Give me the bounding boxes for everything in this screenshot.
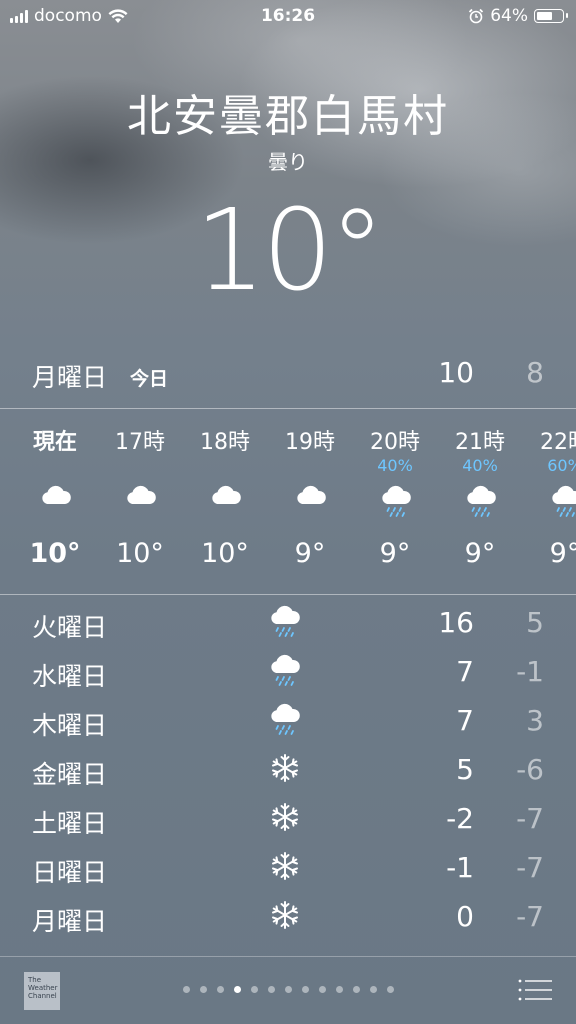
- bottom-bar: The Weather Channel: [0, 958, 576, 1024]
- hourly-temp: 9°: [464, 538, 496, 569]
- daily-high: -2: [446, 802, 474, 835]
- page-dot[interactable]: [250, 986, 258, 993]
- page-indicator[interactable]: [0, 986, 576, 993]
- rain-cloud-icon: [268, 702, 308, 740]
- page-dot[interactable]: [182, 986, 190, 993]
- hourly-time: 21時: [455, 430, 505, 455]
- rain-cloud-icon: [464, 484, 498, 517]
- rain-cloud-icon: [379, 484, 413, 517]
- hourly-forecast[interactable]: 現在 10° 17時 10° 18時 10° 19時 9° 20時 40% 9° 21時 40% 9° 22…: [0, 410, 576, 594]
- battery-icon: [534, 9, 568, 23]
- page-dot[interactable]: [318, 986, 326, 993]
- rain-cloud-icon: [549, 484, 576, 517]
- daily-day: 日曜日: [32, 858, 108, 887]
- city-name: 北安曇郡白馬村: [127, 91, 449, 142]
- snowflake-icon: [268, 849, 308, 887]
- daily-row: 火曜日 16 5: [0, 600, 576, 648]
- today-low: 8: [526, 356, 544, 389]
- page-dot[interactable]: [216, 986, 224, 993]
- daily-high: 7: [456, 704, 474, 737]
- daily-low: 3: [526, 704, 544, 737]
- snowflake-icon: [268, 751, 308, 789]
- page-dot[interactable]: [233, 986, 241, 993]
- hourly-temp: 9°: [294, 538, 326, 569]
- daily-high: 7: [456, 655, 474, 688]
- daily-high: 16: [438, 606, 474, 639]
- daily-low: -6: [516, 753, 544, 786]
- daily-low: -7: [516, 851, 544, 884]
- rain-cloud-icon: [268, 653, 308, 691]
- daily-row: 金曜日 5 -6: [0, 747, 576, 795]
- today-tag: 今日: [130, 368, 169, 390]
- divider: [0, 956, 576, 957]
- battery-percent: 64%: [490, 6, 528, 26]
- page-dot[interactable]: [369, 986, 377, 993]
- hourly-temp: 10°: [201, 538, 249, 569]
- status-right: 64%: [468, 6, 568, 26]
- daily-row: 日曜日 -1 -7: [0, 845, 576, 893]
- daily-row: 土曜日 -2 -7: [0, 796, 576, 844]
- page-dot[interactable]: [352, 986, 360, 993]
- divider: [0, 408, 576, 409]
- hourly-time: 17時: [115, 430, 165, 455]
- page-dot[interactable]: [386, 986, 394, 993]
- daily-forecast[interactable]: 火曜日 16 5 水曜日 7 -1 木曜日 7 3 金曜日 5 -6 土曜日 -2 -7 日曜日 -1 -7 月曜日…: [0, 600, 576, 952]
- alarm-clock-icon: [469, 8, 484, 24]
- page-dot[interactable]: [199, 986, 207, 993]
- status-bar: docomo 16:26 64%: [0, 0, 576, 34]
- battery-fill: [537, 12, 552, 20]
- page-dot[interactable]: [284, 986, 292, 993]
- cloud-icon: [209, 484, 243, 514]
- daily-high: -1: [446, 851, 474, 884]
- hourly-temp: 10°: [116, 538, 164, 569]
- today-high: 10: [438, 356, 474, 389]
- cloud-icon: [124, 484, 158, 514]
- daily-low: -1: [516, 655, 544, 688]
- daily-row: 水曜日 7 -1: [0, 649, 576, 697]
- hourly-precip: 40%: [377, 456, 413, 475]
- daily-low: -7: [516, 900, 544, 933]
- list-icon[interactable]: [518, 978, 552, 1002]
- daily-day: 月曜日: [32, 907, 108, 936]
- current-temperature: 10°: [194, 186, 386, 316]
- hourly-time: 現在: [32, 430, 77, 455]
- daily-high: 5: [456, 753, 474, 786]
- daily-low: -7: [516, 802, 544, 835]
- daily-row: 木曜日 7 3: [0, 698, 576, 746]
- daily-day: 土曜日: [32, 809, 108, 838]
- weather-condition: 曇り: [268, 150, 308, 174]
- hourly-precip: 60%: [547, 456, 576, 475]
- daily-day: 金曜日: [32, 760, 108, 789]
- hourly-temp: 10°: [29, 538, 81, 569]
- rain-cloud-icon: [268, 604, 308, 642]
- hourly-temp: 9°: [379, 538, 411, 569]
- hourly-time: 20時: [370, 430, 420, 455]
- daily-day: 火曜日: [32, 613, 108, 642]
- daily-day: 水曜日: [32, 662, 108, 691]
- page-dot[interactable]: [335, 986, 343, 993]
- hourly-time: 19時: [285, 430, 335, 455]
- cloud-icon: [294, 484, 328, 514]
- cloud-icon: [39, 484, 73, 514]
- hourly-temp: 9°: [549, 538, 576, 569]
- daily-low: 5: [526, 606, 544, 639]
- daily-high: 0: [456, 900, 474, 933]
- daily-row: 月曜日 0 -7: [0, 894, 576, 942]
- hourly-time: 22時: [540, 430, 576, 455]
- hourly-time: 18時: [200, 430, 250, 455]
- page-dot[interactable]: [267, 986, 275, 993]
- divider: [0, 594, 576, 595]
- daily-day: 木曜日: [32, 711, 108, 740]
- page-dot[interactable]: [301, 986, 309, 993]
- hourly-precip: 40%: [462, 456, 498, 475]
- snowflake-icon: [268, 800, 308, 838]
- today-day: 月曜日: [32, 363, 108, 392]
- today-row: 月曜日 今日 10 8: [0, 352, 576, 408]
- snowflake-icon: [268, 898, 308, 936]
